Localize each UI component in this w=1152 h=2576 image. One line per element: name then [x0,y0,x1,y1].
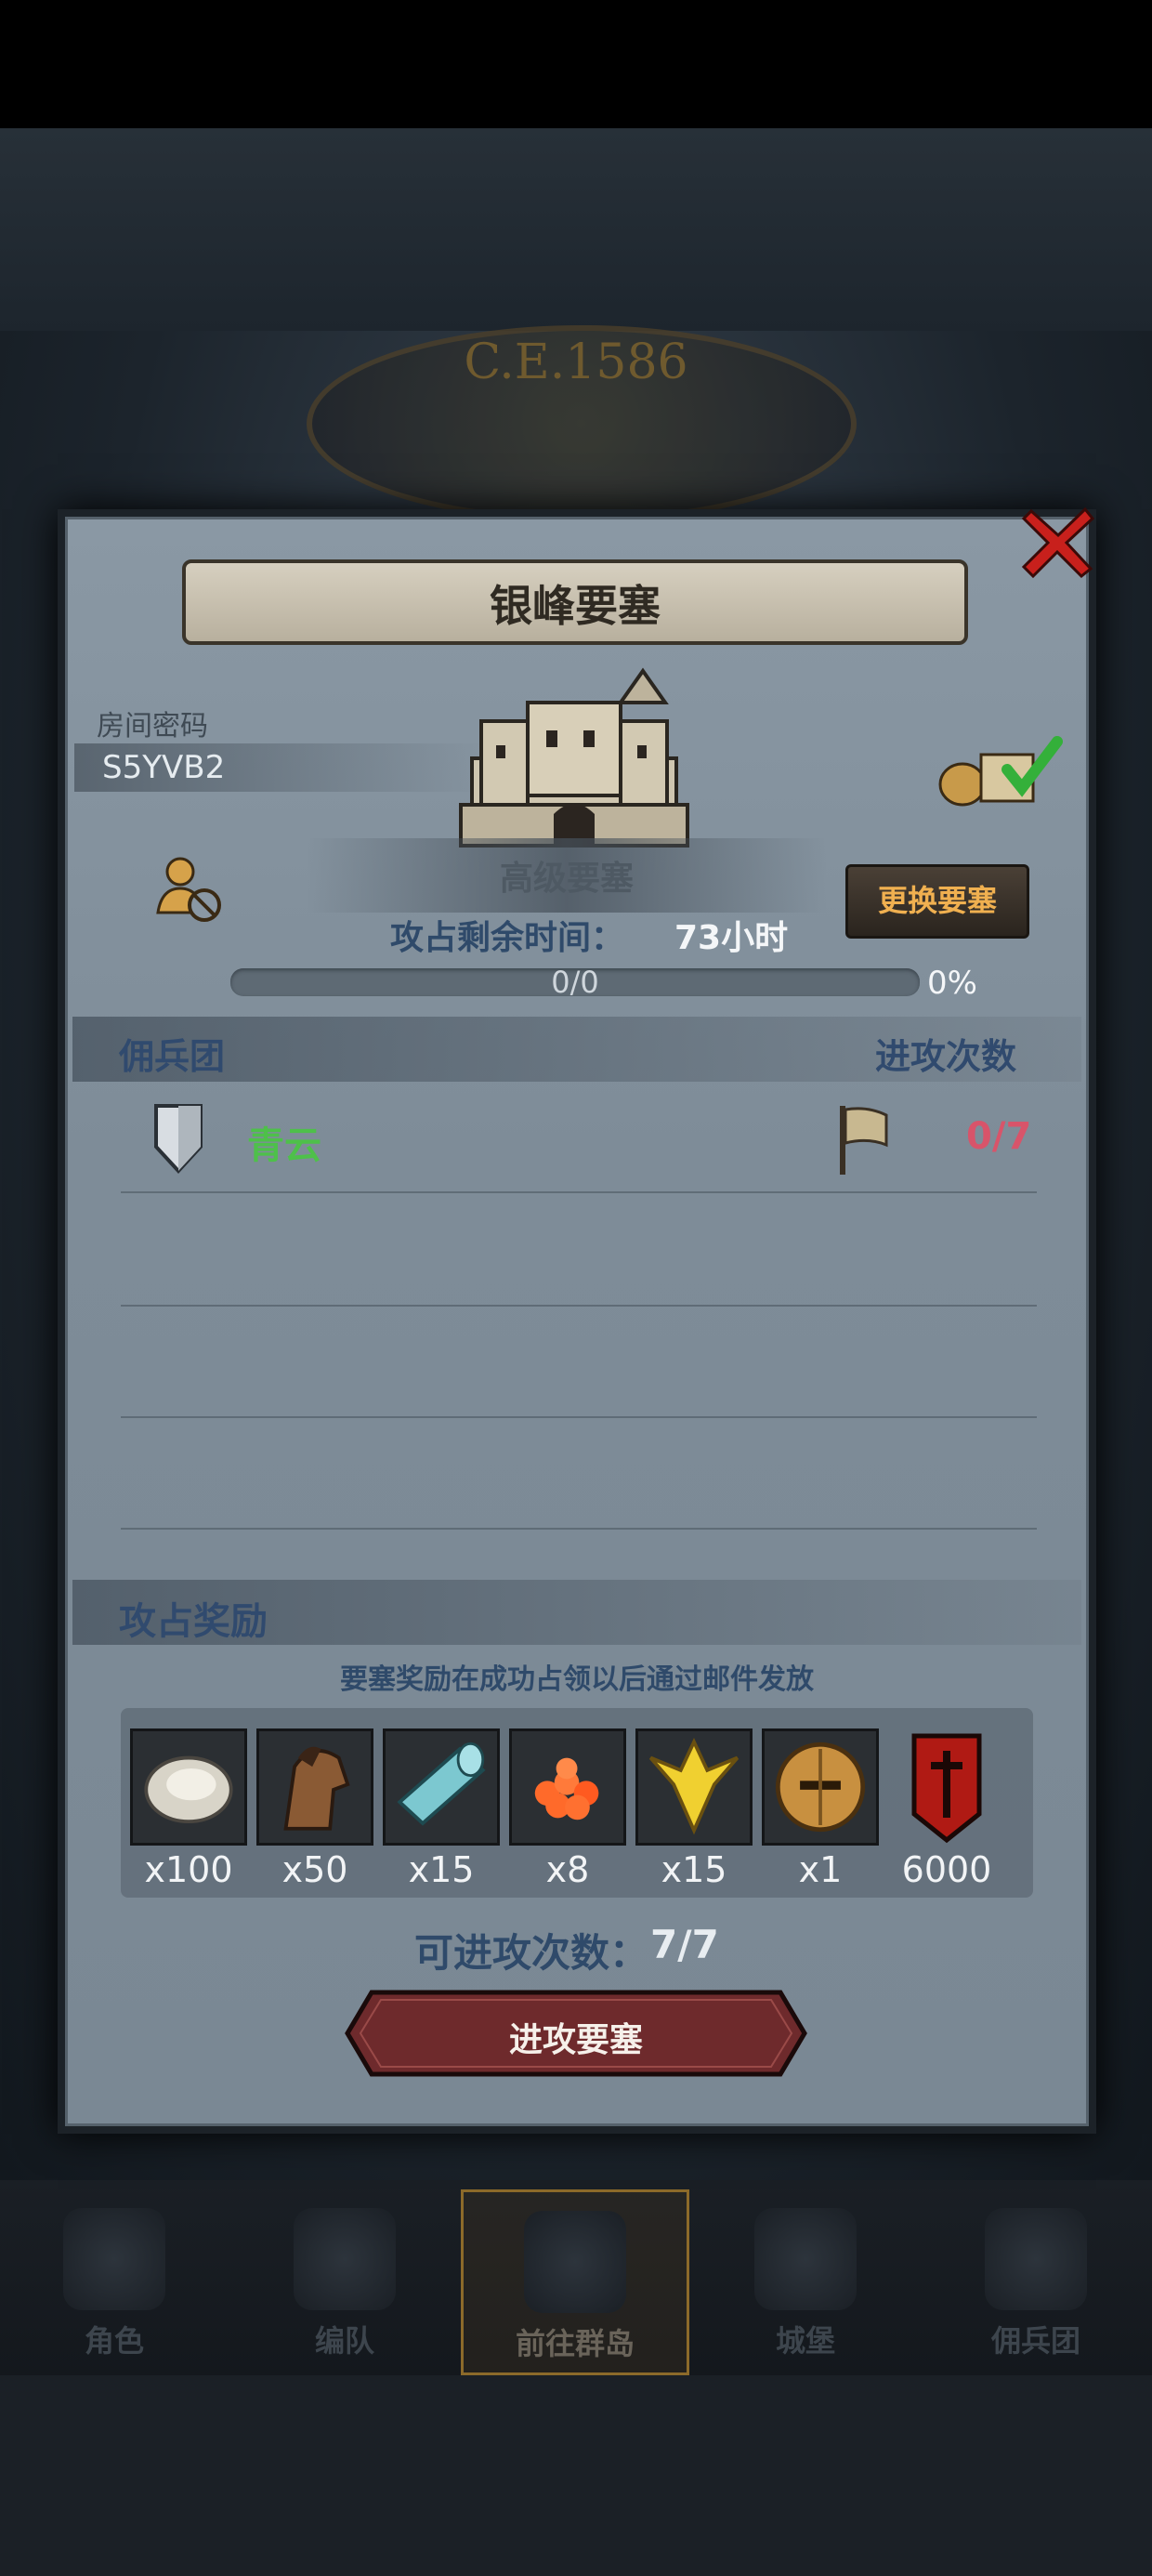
castle-icon [459,667,689,848]
reward-qty: x15 [408,1849,475,1890]
fortress-image [444,665,704,851]
reward-qty: x15 [661,1849,727,1890]
background-bottom [0,2375,1152,2576]
row-divider [121,1191,1037,1193]
nav-label: 佣兵团 [990,2323,1080,2359]
close-button[interactable] [1018,502,1098,582]
row-divider [121,1528,1037,1530]
year-text: C.E.1586 [464,335,688,390]
formation-icon [294,2208,396,2310]
reward-note: 要塞奖励在成功占领以后通过邮件发放 [340,1663,814,1696]
attempts-value: 7/7 [650,1922,719,1967]
close-icon [1021,506,1095,579]
room-code-label: 房间密码 [97,710,208,743]
no-user-icon[interactable] [154,851,225,926]
mercenary-nav-icon [985,2208,1087,2310]
reward-qty: x8 [545,1849,590,1890]
nav-label: 角色 [84,2323,144,2359]
nav-item-castle[interactable]: 城堡 [691,2189,920,2375]
room-code[interactable]: S5YVB2 [102,749,225,786]
reward-qty: x1 [798,1849,843,1890]
knight-helmet-icon[interactable] [762,1728,879,1846]
background-upper [0,128,1152,331]
occupation-progress-text: 0/0 [551,965,599,1000]
reward-qty: x100 [144,1849,233,1890]
top-bar [0,0,1152,128]
flag-icon [834,1102,894,1176]
roe-icon[interactable] [509,1728,626,1846]
horse-icon[interactable] [256,1728,373,1846]
reward-qty: x50 [281,1849,348,1890]
row-divider [121,1416,1037,1418]
supply-check-icon[interactable] [935,727,1065,810]
nav-item-islands[interactable]: 前往群岛 [461,2189,689,2375]
shield-icon [152,1100,204,1175]
character-icon [63,2208,165,2310]
oyster-icon[interactable] [130,1728,247,1846]
nav-item-mercenary[interactable]: 佣兵团 [922,2189,1150,2375]
attack-fortress-label: 进攻要塞 [508,2021,643,2059]
nav-item-formation[interactable]: 编队 [230,2189,459,2375]
reward-section-label: 攻占奖励 [119,1600,268,1643]
dialog-title: 银峰要塞 [490,581,661,631]
change-fortress-button[interactable]: 更换要塞 [845,864,1029,939]
occupation-progress-percent: 0% [927,965,977,1002]
mercenary-attack-count: 0/7 [966,1115,1032,1158]
attack-count-label: 进攻次数 [875,1036,1017,1077]
row-divider [121,1305,1037,1307]
castle-nav-icon [754,2208,857,2310]
nav-label: 编队 [314,2323,374,2359]
reward-qty: 6000 [901,1849,992,1890]
gold-emblem-icon[interactable] [635,1728,753,1846]
compass-icon [524,2211,626,2313]
mercenary-name: 青云 [247,1124,321,1167]
nav-label: 城堡 [775,2323,835,2359]
red-banner-icon[interactable] [888,1728,1005,1846]
time-left-label: 攻占剩余时间： [390,919,625,957]
nav-label: 前往群岛 [515,2326,635,2361]
list-item[interactable] [72,1093,1081,1189]
nav-item-character[interactable]: 角色 [0,2189,229,2375]
time-left-value: 73小时 [674,919,789,957]
cloth-roll-icon[interactable] [383,1728,500,1846]
attempts-label: 可进攻次数： [414,1930,649,1976]
mercenary-section-label: 佣兵团 [119,1036,226,1077]
fortress-level: 高级要塞 [499,860,634,898]
